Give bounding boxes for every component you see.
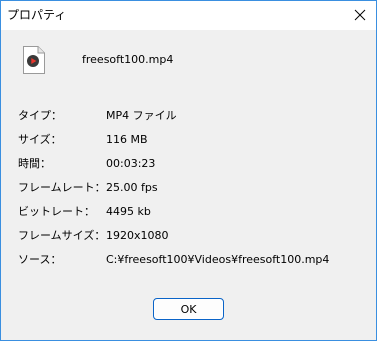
frame-rate-value: 25.00 fps	[106, 181, 158, 194]
type-value: MP4 ファイル	[106, 109, 177, 122]
bitrate-label: ビットレート：	[18, 205, 95, 218]
video-file-icon	[23, 46, 45, 74]
frame-size-value: 1920x1080	[106, 229, 169, 242]
size-value: 116 MB	[106, 133, 148, 146]
properties-dialog: プロパティ freesoft100.mp4 タイプ： MP4 ファイル サイズ：…	[0, 0, 377, 341]
size-label: サイズ：	[18, 133, 62, 146]
window-title: プロパティ	[7, 8, 67, 22]
titlebar: プロパティ	[1, 1, 376, 30]
frame-size-label: フレームサイズ：	[18, 229, 106, 242]
close-icon	[354, 9, 366, 21]
bitrate-value: 4495 kb	[106, 205, 151, 218]
duration-label: 時間：	[18, 157, 51, 170]
type-label: タイプ：	[18, 109, 62, 122]
ok-button[interactable]: OK	[153, 298, 224, 320]
duration-value: 00:03:23	[106, 157, 156, 170]
source-value: C:¥freesoft100¥Videos¥freesoft100.mp4	[106, 253, 330, 266]
close-button[interactable]	[346, 3, 374, 27]
frame-rate-label: フレームレート：	[18, 181, 106, 194]
file-name: freesoft100.mp4	[82, 53, 174, 66]
source-label: ソース：	[18, 253, 62, 266]
